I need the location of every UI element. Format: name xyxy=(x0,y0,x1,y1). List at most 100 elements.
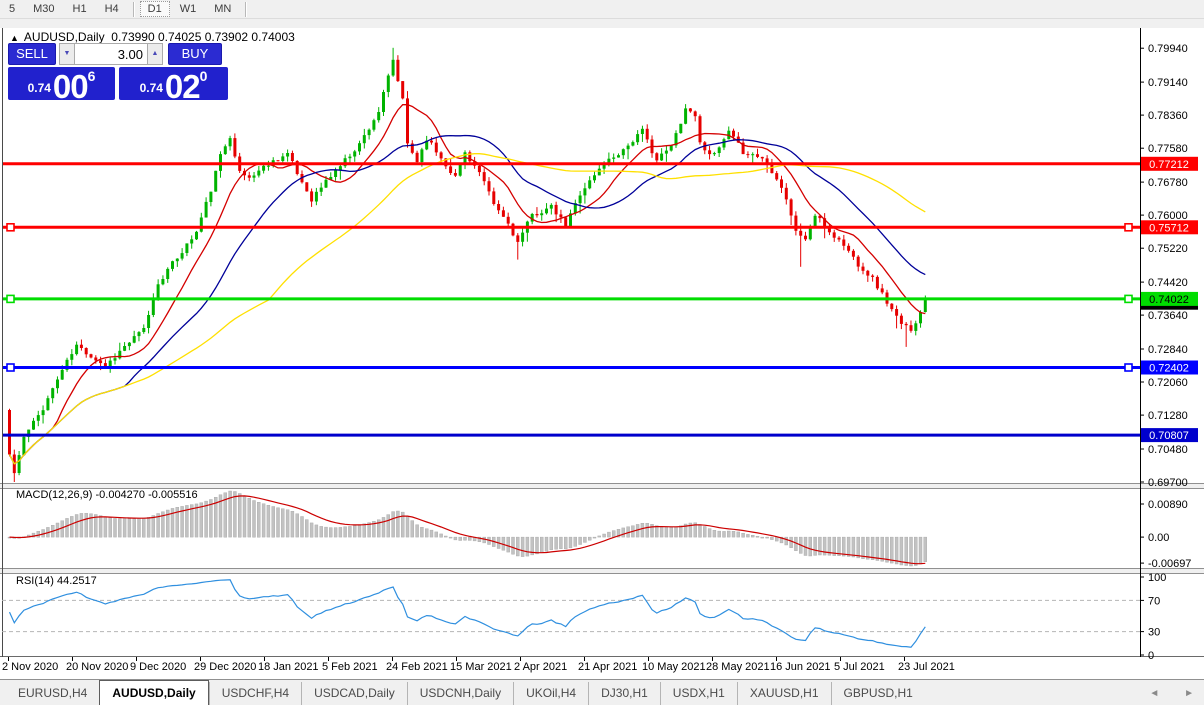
candle-body xyxy=(113,358,117,361)
tab-scroll-right-icon[interactable]: ► xyxy=(1184,688,1194,699)
timeframe-button-5[interactable]: 5 xyxy=(1,1,23,17)
candle-body xyxy=(434,142,438,153)
macd-histogram-bar xyxy=(194,503,199,538)
sell-price-display[interactable]: 0.74 00 6 xyxy=(8,67,115,103)
price-tick-label: 0.72840 xyxy=(1148,344,1188,356)
candle-body xyxy=(871,275,875,277)
candle-body xyxy=(746,154,750,156)
macd-histogram-bar xyxy=(583,536,587,543)
buy-button[interactable]: BUY xyxy=(168,43,222,65)
price-tick-label: 0.74420 xyxy=(1148,277,1188,289)
macd-histogram-bar xyxy=(851,536,856,558)
chart-tab-GBPUSD-H1[interactable]: GBPUSD,H1 xyxy=(830,682,925,705)
candle-body xyxy=(70,354,74,360)
candle-body xyxy=(655,153,659,161)
chart-tab-USDCAD-Daily[interactable]: USDCAD,Daily xyxy=(301,682,407,705)
pane-separator-band xyxy=(0,484,1204,488)
macd-histogram-bar xyxy=(463,536,467,541)
macd-histogram-bar xyxy=(650,524,654,538)
rsi-level-label: 0 xyxy=(1148,650,1154,662)
date-tick-label: 24 Feb 2021 xyxy=(386,661,448,673)
chart-tab-USDX-H1[interactable]: USDX,H1 xyxy=(659,682,737,705)
timeframe-button-D1[interactable]: D1 xyxy=(139,1,170,17)
chart-tab-AUDUSD-Daily[interactable]: AUDUSD,Daily xyxy=(99,680,209,705)
candle-body xyxy=(266,165,270,167)
chart-tab-USDCHF-H4[interactable]: USDCHF,H4 xyxy=(208,682,301,705)
chart-title: ▲ AUDUSD,Daily 0.73990 0.74025 0.73902 0.… xyxy=(10,30,295,44)
timeframe-button-MN[interactable]: MN xyxy=(206,1,239,17)
candle-body xyxy=(180,253,184,259)
candle-body xyxy=(837,237,841,240)
candle-body xyxy=(79,344,83,348)
macd-histogram-bar xyxy=(396,510,400,538)
timeframe-toolbar: 5 M30 H1 H4 D1 W1 MN xyxy=(0,0,1204,19)
candle-body xyxy=(252,175,256,178)
timeframe-button-M30[interactable]: M30 xyxy=(25,1,62,17)
volume-increase-button[interactable]: ▲ xyxy=(147,43,163,65)
macd-histogram-bar xyxy=(137,518,141,538)
candle-body xyxy=(679,123,683,134)
candle-body xyxy=(195,231,198,240)
toolbar-separator xyxy=(245,1,247,17)
timeframe-button-W1[interactable]: W1 xyxy=(172,1,205,17)
timeframe-button-H1[interactable]: H1 xyxy=(65,1,95,17)
macd-histogram-bar xyxy=(894,536,899,565)
macd-histogram-bar xyxy=(132,518,136,538)
macd-histogram-bar xyxy=(420,527,424,538)
one-click-trade-panel: SELL ▼ ▲ BUY 0.74 00 6 0.74 02 0 xyxy=(8,43,228,105)
hline-handle xyxy=(6,363,15,372)
date-tick-label: 10 May 2021 xyxy=(642,661,706,673)
candle-body xyxy=(391,59,395,76)
sell-button[interactable]: SELL xyxy=(8,43,56,65)
macd-histogram-bar xyxy=(146,517,151,538)
chart-tab-EURUSD-H4[interactable]: EURUSD,H4 xyxy=(6,682,99,705)
timeframe-button-H4[interactable]: H4 xyxy=(97,1,127,17)
macd-histogram-bar xyxy=(458,536,462,541)
macd-histogram-bar xyxy=(607,531,611,538)
date-tick-label: 2 Apr 2021 xyxy=(514,661,567,673)
candle-body xyxy=(199,217,203,232)
chart-tab-UKOil-H4[interactable]: UKOil,H4 xyxy=(513,682,588,705)
candle-body xyxy=(784,187,788,200)
macd-name: MACD(12,26,9) xyxy=(16,489,93,501)
chart-tab-DJ30-H1[interactable]: DJ30,H1 xyxy=(588,682,660,705)
candle-body xyxy=(401,81,405,99)
collapse-arrow-icon[interactable]: ▲ xyxy=(10,33,19,43)
macd-histogram-bar xyxy=(746,534,750,538)
chart-tab-USDCNH-Daily[interactable]: USDCNH,Daily xyxy=(406,682,513,705)
macd-histogram-bar xyxy=(36,531,40,538)
candle-body xyxy=(281,156,285,161)
candle-body xyxy=(362,135,366,144)
candle-body xyxy=(449,166,453,173)
macd-histogram-bar xyxy=(918,536,923,565)
candle-body xyxy=(621,149,625,156)
buy-price-display[interactable]: 0.74 02 0 xyxy=(119,67,228,105)
candle-body xyxy=(861,266,865,271)
buy-price-point: 0 xyxy=(199,68,208,84)
candle-body xyxy=(17,455,21,473)
price-tick-label: 0.76000 xyxy=(1148,210,1188,222)
candle-body xyxy=(348,156,352,159)
volume-input[interactable] xyxy=(75,43,147,65)
macd-histogram-bar xyxy=(453,536,458,541)
macd-histogram-bar xyxy=(870,536,875,560)
chart-tab-XAUUSD-H1[interactable]: XAUUSD,H1 xyxy=(736,682,831,705)
hline-price-text: 0.72402 xyxy=(1149,363,1189,375)
candle-body xyxy=(132,336,136,343)
chart-canvas[interactable]: 0.77212 0.75712 0.74022 0.72402 0.70807 0.799… xyxy=(0,28,1204,679)
macd-histogram-bar xyxy=(405,516,410,538)
macd-histogram-bar xyxy=(818,536,822,556)
volume-decrease-button[interactable]: ▼ xyxy=(59,43,75,65)
macd-histogram-bar xyxy=(866,536,870,560)
macd-tick-label: 0.00 xyxy=(1148,532,1169,544)
tab-scroll-left-icon[interactable]: ◄ xyxy=(1149,688,1159,699)
macd-histogram-bar xyxy=(775,536,779,542)
chart-tab-bar: EURUSD,H4 AUDUSD,Daily USDCHF,H4 USDCAD,Dai… xyxy=(0,679,1204,705)
candle-body xyxy=(751,154,755,156)
candle-body xyxy=(94,357,98,361)
candle-body xyxy=(247,175,251,178)
candle-body xyxy=(415,152,419,162)
hline-handle xyxy=(1124,363,1133,372)
hline-handle xyxy=(6,294,15,304)
buy-price-pips: 02 xyxy=(164,68,201,105)
